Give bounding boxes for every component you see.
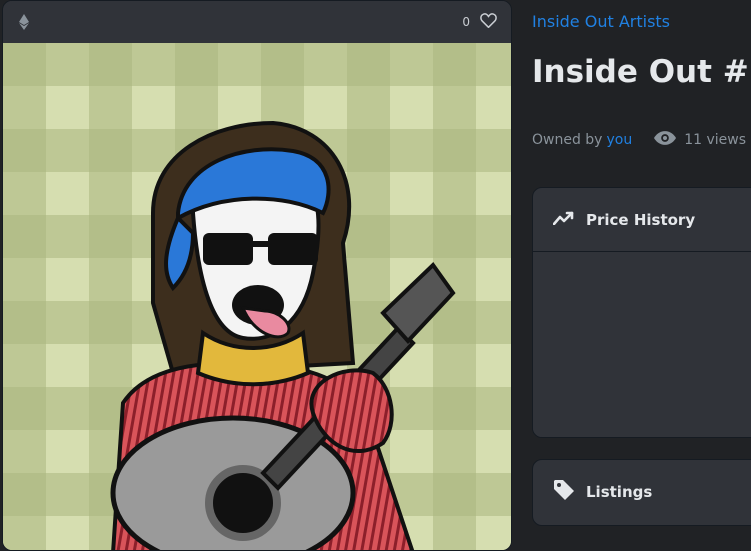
views-label: 11 views	[684, 132, 746, 148]
owner-row: Owned by you 11 views	[532, 131, 746, 149]
price-history-label: Price History	[586, 210, 696, 229]
item-details: Inside Out Artists Inside Out #2 Owned b…	[532, 0, 751, 551]
trend-line-icon	[552, 211, 575, 229]
listings-label: Listings	[586, 483, 653, 501]
card-header: 0	[3, 1, 511, 43]
heart-icon[interactable]	[480, 13, 497, 31]
collection-link[interactable]: Inside Out Artists	[532, 12, 670, 31]
nft-artwork-image[interactable]	[3, 43, 511, 550]
item-title: Inside Out #2	[532, 54, 751, 90]
nft-card: 0	[2, 0, 512, 551]
listings-panel: Listings	[532, 459, 751, 526]
tag-icon	[553, 479, 575, 505]
ethereum-icon	[19, 14, 29, 30]
price-history-body	[533, 252, 751, 437]
price-history-panel: Price History	[532, 187, 751, 438]
favorite-count: 0	[462, 15, 470, 29]
price-history-header[interactable]: Price History	[533, 188, 751, 252]
views-count: 11 views	[654, 131, 746, 149]
owner-link[interactable]: you	[606, 132, 632, 148]
owned-by-label: Owned by	[532, 132, 603, 148]
eye-icon	[654, 131, 677, 149]
listings-header[interactable]: Listings	[533, 460, 751, 524]
favorite-control[interactable]: 0	[462, 13, 497, 31]
